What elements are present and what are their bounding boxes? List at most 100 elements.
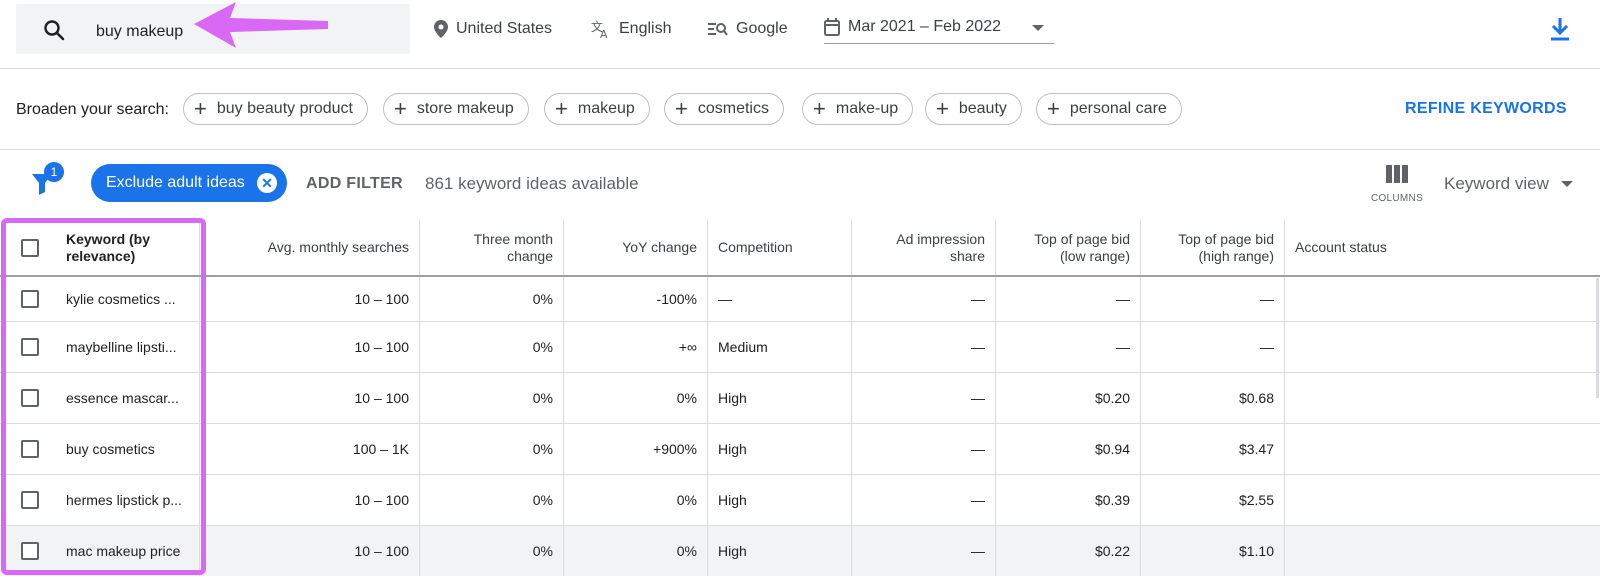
keyword-text: buy cosmetics: [66, 441, 155, 457]
column-header-account-status[interactable]: Account status: [1285, 220, 1600, 275]
broaden-chip[interactable]: + make-up: [802, 93, 914, 125]
network-selector[interactable]: Google: [708, 18, 788, 40]
yoy-cell: +900%: [564, 424, 708, 474]
column-header-impression-share[interactable]: Ad impression share: [852, 220, 996, 275]
three-month-cell: 0%: [420, 526, 564, 576]
yoy-cell: 0%: [564, 526, 708, 576]
broaden-chip[interactable]: + personal care: [1036, 93, 1182, 125]
broaden-chip[interactable]: + makeup: [544, 93, 650, 125]
account-status-cell: [1285, 526, 1600, 576]
broaden-chip[interactable]: + cosmetics: [664, 93, 784, 125]
keyword-cell: buy cosmetics: [60, 424, 200, 474]
keyword-cell: essence mascar...: [60, 373, 200, 423]
plus-icon: +: [813, 96, 826, 121]
bid-high-cell: $1.10: [1141, 526, 1285, 576]
date-range-selector[interactable]: Mar 2021 – Feb 2022: [824, 10, 1054, 44]
select-all-cell: [0, 220, 60, 275]
broaden-chip[interactable]: + buy beauty product: [183, 93, 368, 125]
bid-high-cell: —: [1141, 322, 1285, 372]
keyword-view-dropdown[interactable]: Keyword view: [1444, 174, 1573, 194]
chevron-down-icon: [1032, 25, 1044, 31]
bid-high-cell: —: [1141, 277, 1285, 321]
plus-icon: +: [1047, 96, 1060, 121]
calendar-icon: [824, 17, 840, 36]
plus-icon: +: [675, 96, 688, 121]
bid-low-cell: —: [996, 322, 1141, 372]
svg-text:A: A: [600, 28, 608, 39]
broaden-label: Broaden your search:: [16, 101, 169, 118]
location-label: United States: [456, 20, 553, 37]
column-header-bid-low[interactable]: Top of page bid (low range): [996, 220, 1141, 275]
keyword-cell: maybelline lipsti...: [60, 322, 200, 372]
three-month-cell: 0%: [420, 373, 564, 423]
table-row[interactable]: maybelline lipsti... 10 – 100 0% +∞ Medi…: [0, 322, 1600, 373]
bid-low-cell: $0.39: [996, 475, 1141, 525]
row-checkbox[interactable]: [21, 389, 39, 407]
ideas-count: 861 keyword ideas available: [425, 174, 639, 193]
broaden-chip[interactable]: + beauty: [925, 93, 1022, 125]
column-header-avg-searches[interactable]: Avg. monthly searches: [200, 220, 420, 275]
bid-high-cell: $2.55: [1141, 475, 1285, 525]
impression-share-cell: —: [852, 277, 996, 321]
yoy-cell: 0%: [564, 475, 708, 525]
competition-cell: High: [708, 373, 852, 423]
account-status-cell: [1285, 373, 1600, 423]
row-checkbox[interactable]: [21, 542, 39, 560]
column-header-bid-high[interactable]: Top of page bid (high range): [1141, 220, 1285, 275]
competition-cell: High: [708, 475, 852, 525]
search-network-icon: [708, 23, 728, 36]
three-month-cell: 0%: [420, 322, 564, 372]
select-all-checkbox[interactable]: [21, 238, 39, 257]
table-row[interactable]: essence mascar... 10 – 100 0% 0% High — …: [0, 373, 1600, 424]
plus-icon: +: [394, 96, 407, 121]
yoy-cell: -100%: [564, 277, 708, 321]
active-filter-chip[interactable]: Exclude adult ideas ✕: [91, 164, 287, 202]
scrollbar[interactable]: [1596, 278, 1599, 398]
row-checkbox[interactable]: [21, 290, 39, 308]
columns-button[interactable]: COLUMNS: [1370, 164, 1424, 204]
download-icon[interactable]: [1548, 16, 1572, 42]
column-header-three-month[interactable]: Three month change: [420, 220, 564, 275]
avg-searches-cell: 10 – 100: [200, 475, 420, 525]
table-row[interactable]: mac makeup price 10 – 100 0% 0% High — $…: [0, 526, 1600, 576]
columns-label: COLUMNS: [1370, 193, 1424, 204]
row-select-cell: [0, 424, 60, 474]
bid-low-cell: —: [996, 277, 1141, 321]
column-header-competition[interactable]: Competition: [708, 220, 852, 275]
translate-icon: 文 A: [591, 19, 608, 39]
competition-cell: Medium: [708, 322, 852, 372]
column-header-yoy[interactable]: YoY change: [564, 220, 708, 275]
keyword-text: kylie cosmetics ...: [66, 291, 176, 307]
refine-keywords-button[interactable]: REFINE KEYWORDS: [1405, 100, 1567, 118]
top-toolbar: buy makeup United States 文 A English Goo…: [0, 0, 1600, 69]
row-checkbox[interactable]: [21, 338, 39, 356]
add-filter-button[interactable]: ADD FILTER: [306, 175, 403, 193]
avg-searches-cell: 10 – 100: [200, 322, 420, 372]
language-selector[interactable]: 文 A English: [591, 18, 671, 40]
keyword-text: mac makeup price: [66, 543, 181, 559]
keyword-text: maybelline lipsti...: [66, 339, 177, 355]
keyword-cell: kylie cosmetics ...: [60, 277, 200, 321]
table-row[interactable]: buy cosmetics 100 – 1K 0% +900% High — $…: [0, 424, 1600, 475]
row-select-cell: [0, 277, 60, 321]
location-selector[interactable]: United States: [434, 18, 552, 40]
three-month-cell: 0%: [420, 277, 564, 321]
table-row[interactable]: kylie cosmetics ... 10 – 100 0% -100% — …: [0, 277, 1600, 322]
search-icon: [44, 20, 65, 41]
broaden-search-bar: Broaden your search: + buy beauty product…: [0, 70, 1600, 150]
impression-share-cell: —: [852, 322, 996, 372]
close-icon[interactable]: ✕: [257, 173, 277, 193]
table-row[interactable]: hermes lipstick p... 10 – 100 0% 0% High…: [0, 475, 1600, 526]
broaden-chip[interactable]: + store makeup: [383, 93, 529, 125]
row-checkbox[interactable]: [21, 491, 39, 509]
row-checkbox[interactable]: [21, 440, 39, 458]
impression-share-cell: —: [852, 373, 996, 423]
keyword-cell: mac makeup price: [60, 526, 200, 576]
plus-icon: +: [936, 96, 949, 121]
account-status-cell: [1285, 424, 1600, 474]
account-status-cell: [1285, 475, 1600, 525]
row-select-cell: [0, 322, 60, 372]
avg-searches-cell: 10 – 100: [200, 526, 420, 576]
column-header-keyword[interactable]: Keyword (by relevance): [60, 220, 200, 275]
plus-icon: +: [194, 96, 207, 121]
